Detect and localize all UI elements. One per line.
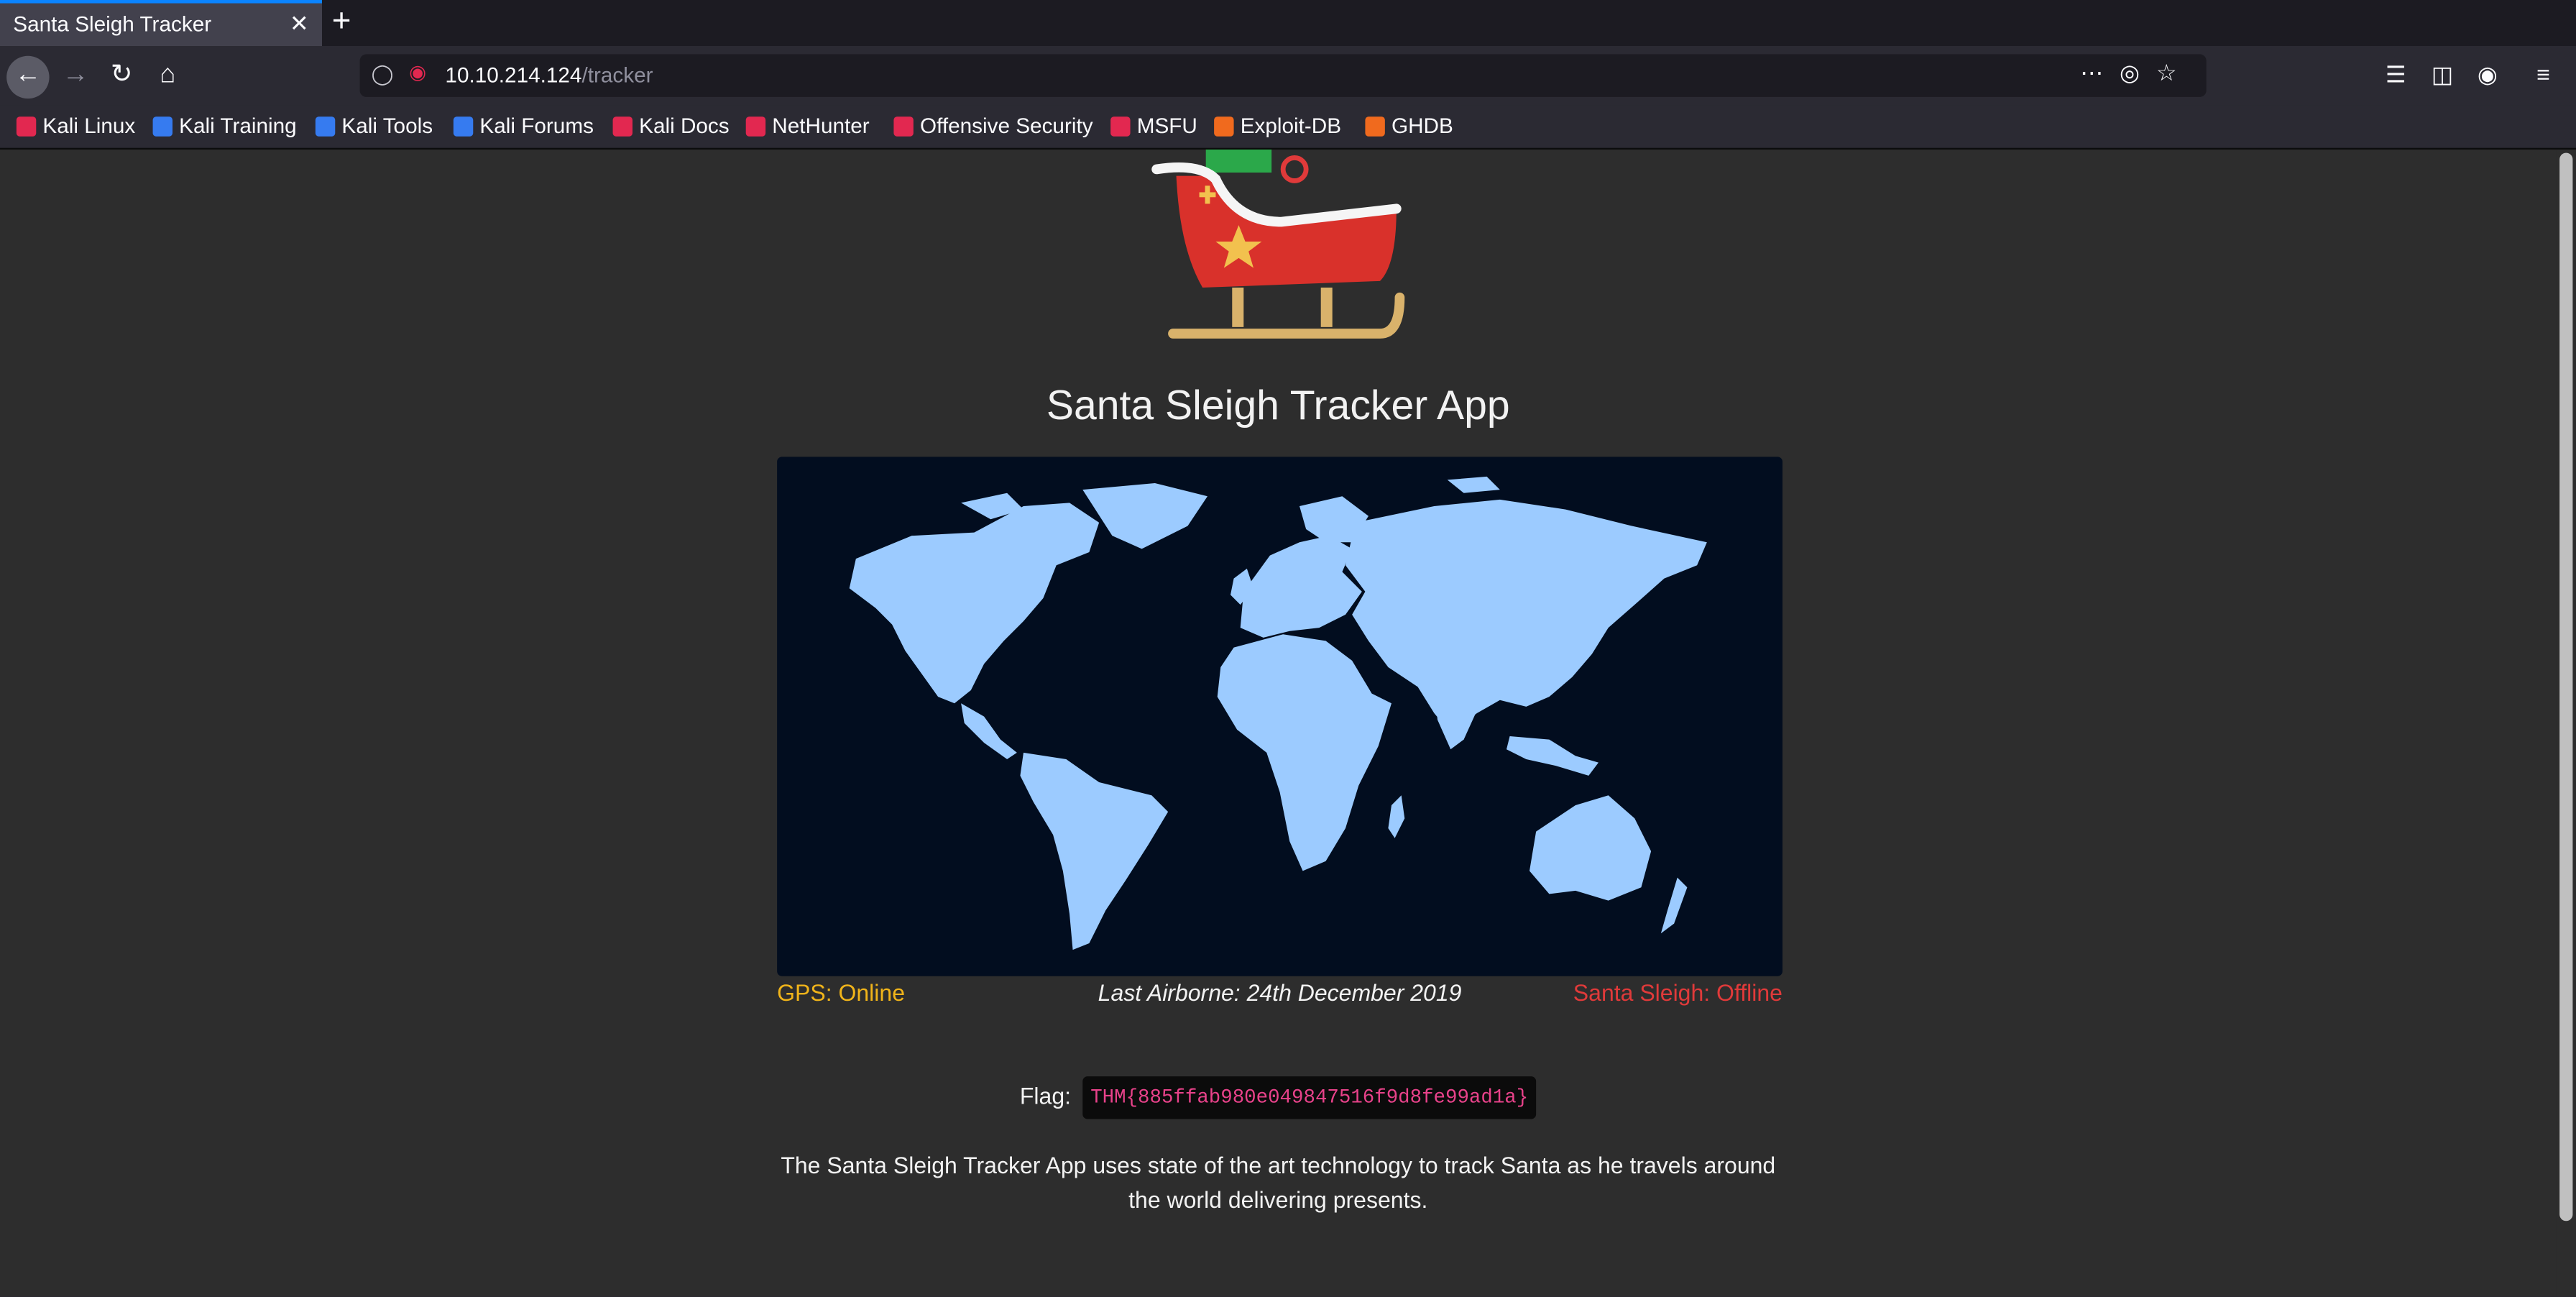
bookmark-label: Kali Tools <box>341 113 433 138</box>
bookmark-icon <box>745 116 766 137</box>
bookmark-label: Exploit-DB <box>1240 113 1342 138</box>
bookmark-icon <box>1214 116 1234 137</box>
account-icon[interactable]: ◉ <box>2478 61 2498 89</box>
pocket-icon[interactable]: ◎ <box>2120 59 2156 86</box>
bookmark-icon <box>315 116 336 137</box>
bookmark-label: GHDB <box>1391 113 1453 138</box>
bookmark-kali-tools[interactable]: Kali Tools <box>315 113 433 138</box>
star-icon[interactable]: ☆ <box>2156 59 2194 86</box>
forward-button[interactable]: → <box>54 56 96 98</box>
bookmark-icon <box>1110 116 1131 137</box>
insecure-lock-icon[interactable]: ◉ <box>409 61 426 84</box>
bookmark-icon <box>893 116 914 137</box>
bookmark-msfu[interactable]: MSFU <box>1110 114 1197 138</box>
bookmark-kali-training[interactable]: Kali Training <box>152 113 297 138</box>
url-path: /tracker <box>581 62 653 88</box>
bookmark-icon <box>16 116 37 137</box>
url-actions: ⋯◎☆ <box>2080 59 2193 87</box>
tab-strip: Santa Sleigh Tracker ✕ + <box>0 0 2576 46</box>
new-tab-button[interactable]: + <box>332 4 351 42</box>
bookmark-icon <box>453 116 474 137</box>
tab-title: Santa Sleigh Tracker <box>13 11 212 37</box>
bookmark-ghdb[interactable]: GHDB <box>1365 114 1453 138</box>
sleigh-logo <box>1151 149 1405 339</box>
nav-bar: ← → ↻ ⌂ ◯ ◉ 10.10.214.124/tracker ⋯◎☆ ☰ … <box>0 45 2576 106</box>
bookmark-icon <box>152 116 172 137</box>
page-content: Santa Sleigh Tracker App GPS: Online Las… <box>0 149 2557 1297</box>
home-button[interactable]: ⌂ <box>146 56 188 98</box>
tab-santa-sleigh-tracker[interactable]: Santa Sleigh Tracker ✕ <box>0 0 322 46</box>
scrollbar-thumb[interactable] <box>2559 152 2573 1222</box>
sleigh-status: Santa Sleigh: Offline <box>1573 979 1782 1006</box>
sidebar-icon[interactable]: ◫ <box>2432 61 2453 89</box>
page-title: Santa Sleigh Tracker App <box>1046 382 1510 429</box>
url-host: 10.10.214.124 <box>445 62 582 88</box>
bookmark-label: Kali Linux <box>42 113 136 138</box>
url-text[interactable]: 10.10.214.124/tracker <box>445 63 653 87</box>
bookmark-icon <box>612 116 632 137</box>
flag-value: THM{885ffab980e049847516f9d8fe99ad1a} <box>1082 1076 1537 1119</box>
bookmark-label: Offensive Security <box>919 113 1093 138</box>
close-icon[interactable]: ✕ <box>290 10 309 38</box>
bookmark-offensive-security[interactable]: Offensive Security <box>893 113 1093 138</box>
bookmark-kali-forums[interactable]: Kali Forums <box>453 113 594 138</box>
flag-row: Flag: THM{885ffab980e049847516f9d8fe99ad… <box>0 1076 2557 1119</box>
bookmarks-bar: Kali Linux Kali Training Kali Tools Kali Fo… <box>0 105 2576 150</box>
shield-icon[interactable]: ◯ <box>372 63 394 86</box>
more-icon[interactable]: ⋯ <box>2080 59 2120 86</box>
reload-button[interactable]: ↻ <box>100 56 142 98</box>
bookmark-label: Kali Training <box>179 113 297 138</box>
scrollbar[interactable] <box>2556 149 2576 1297</box>
bookmark-icon <box>1365 116 1385 137</box>
library-icon[interactable]: ☰ <box>2386 61 2406 89</box>
bookmark-exploit-db[interactable]: Exploit-DB <box>1214 114 1341 138</box>
url-bar[interactable]: ◯ ◉ 10.10.214.124/tracker ⋯◎☆ <box>359 54 2207 97</box>
arrow-right-icon: → <box>62 60 89 89</box>
back-button[interactable]: ← <box>6 55 50 99</box>
bookmark-kali-docs[interactable]: Kali Docs <box>612 113 730 138</box>
world-map-graphic <box>849 476 1707 950</box>
home-icon: ⌂ <box>160 60 176 89</box>
bookmark-label: NetHunter <box>772 113 870 138</box>
bookmark-nethunter[interactable]: NetHunter <box>745 113 870 138</box>
flag-label: Flag: <box>1019 1082 1072 1109</box>
world-map <box>777 457 1782 976</box>
menu-icon[interactable]: ≡ <box>2536 61 2550 88</box>
bookmark-label: Kali Docs <box>639 113 730 138</box>
bookmark-label: Kali Forums <box>479 113 594 138</box>
bookmark-kali-linux[interactable]: Kali Linux <box>16 113 136 138</box>
bookmark-label: MSFU <box>1136 113 1197 138</box>
arrow-left-icon: ← <box>14 60 42 89</box>
app-description: The Santa Sleigh Tracker App uses state … <box>781 1152 1776 1213</box>
reload-icon: ↻ <box>110 60 133 89</box>
